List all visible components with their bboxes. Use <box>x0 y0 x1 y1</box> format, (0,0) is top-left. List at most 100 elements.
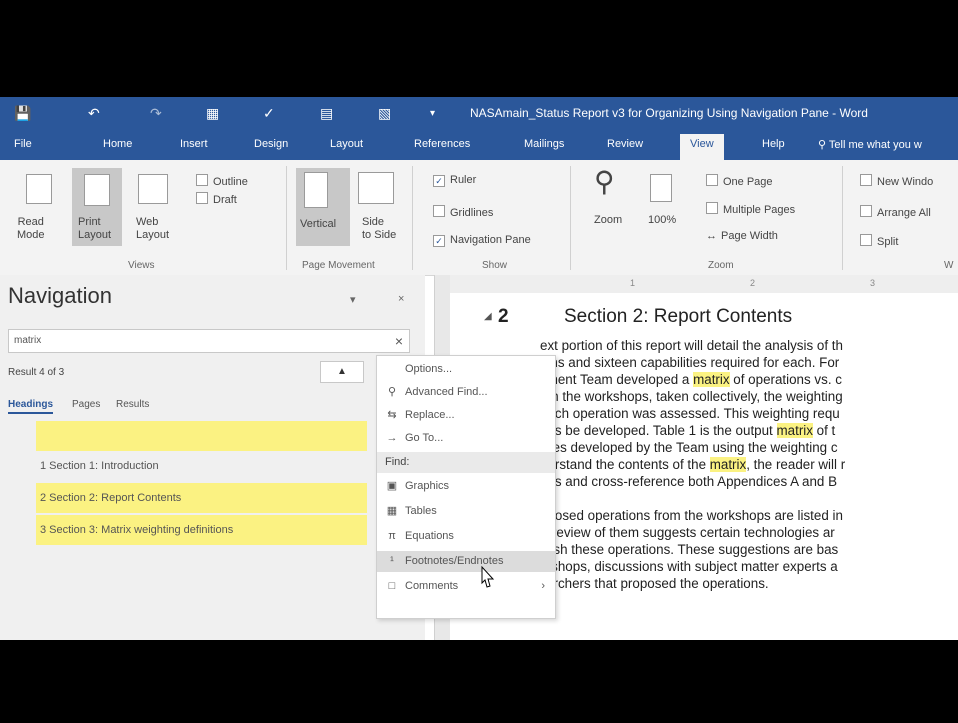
close-icon[interactable]: × <box>398 293 404 305</box>
tab-view[interactable]: View <box>680 134 724 160</box>
tab-design[interactable]: Design <box>254 138 288 150</box>
ribbon-view: Read Mode Print Layout Web Layout Outline D… <box>0 160 958 276</box>
spelling-icon[interactable]: ✓ <box>263 105 275 122</box>
clear-search-icon[interactable]: × <box>395 333 403 349</box>
paragraph-line: rkshops, discussions with subject matter… <box>540 559 838 574</box>
search-icon: ⚲ <box>387 386 397 398</box>
read-mode-button[interactable]: Read Mode <box>17 216 45 242</box>
redo-icon[interactable]: ↷ <box>150 105 162 122</box>
navigation-pane-checkbox[interactable]: ✓ Navigation Pane <box>433 234 531 247</box>
paragraph-line: ext portion of this report will detail t… <box>540 338 843 353</box>
paragraph-line: sment Team developed a matrix of operati… <box>540 372 842 387</box>
paragraph-line: each operation was assessed. This weight… <box>540 406 840 421</box>
menu-item-tables[interactable]: ▦ Tables <box>377 501 555 522</box>
undo-icon[interactable]: ↶ <box>88 105 100 122</box>
ruler-tick: 3 <box>870 278 876 288</box>
new-window-button[interactable]: New Windo <box>860 174 933 189</box>
collapse-triangle-icon[interactable]: ◢ <box>484 311 492 322</box>
search-highlight: matrix <box>776 423 813 438</box>
web-layout-button[interactable]: Web Layout <box>136 216 169 242</box>
section-number: 2 <box>498 306 509 327</box>
outline-button[interactable]: Outline <box>196 174 248 189</box>
tab-pages[interactable]: Pages <box>72 399 100 410</box>
group-label-zoom: Zoom <box>708 260 734 271</box>
chevron-right-icon: › <box>541 580 545 592</box>
comment-icon: □ <box>388 580 396 592</box>
tab-insert[interactable]: Insert <box>180 138 208 150</box>
menu-item-replace[interactable]: ⇆ Replace... <box>377 405 555 426</box>
previous-result-button[interactable]: ▲ <box>320 361 364 383</box>
tell-me-search[interactable]: ⚲ Tell me what you w <box>818 138 922 151</box>
draft-button[interactable]: Draft <box>196 192 237 207</box>
menu-section-find: Find: <box>377 452 555 473</box>
ruler-tick: 2 <box>750 278 756 288</box>
search-box[interactable]: × <box>8 329 410 353</box>
arrange-all-button[interactable]: Arrange All <box>860 205 931 220</box>
search-input[interactable] <box>14 335 374 346</box>
quick-access-icon[interactable]: ▤ <box>320 105 333 122</box>
outline-icon <box>196 174 208 186</box>
multiple-pages-button[interactable]: Multiple Pages <box>706 202 795 217</box>
heading-item[interactable]: 1 Section 1: Introduction <box>36 451 367 481</box>
read-mode-icon <box>26 174 52 204</box>
tab-home[interactable]: Home <box>103 138 132 150</box>
menu-item-graphics[interactable]: ▣ Graphics <box>377 476 555 497</box>
ruler-checkbox[interactable]: ✓ Ruler <box>433 174 476 187</box>
split-button[interactable]: Split <box>860 234 898 249</box>
gridlines-checkbox[interactable]: Gridlines <box>433 205 493 220</box>
save-icon[interactable]: 💾 <box>14 105 31 122</box>
page-width-button[interactable]: ↔ Page Width <box>706 230 778 243</box>
search-highlight: matrix <box>709 457 747 472</box>
heading-label: 3 Section 3: Matrix weighting definition… <box>40 524 234 536</box>
split-icon <box>860 234 872 246</box>
search-options-menu: Options... ⚲ Advanced Find... ⇆ Replace...… <box>376 355 556 619</box>
tab-references[interactable]: References <box>414 138 470 150</box>
arrow-right-icon: → <box>386 432 398 444</box>
heading-item[interactable]: 3 Section 3: Matrix weighting definition… <box>36 515 367 545</box>
menu-item-equations[interactable]: π Equations <box>377 526 555 547</box>
checkbox-icon <box>433 205 445 217</box>
quick-access-icon[interactable]: ▦ <box>206 105 219 122</box>
group-separator <box>286 166 287 270</box>
zoom-button[interactable]: Zoom <box>594 214 622 227</box>
navigation-pane: Navigation ▾ × × Result 4 of 3 ▲ Heading… <box>0 275 425 640</box>
vertical-icon <box>304 172 328 208</box>
heading-item[interactable]: 2 Section 2: Report Contents <box>36 483 367 513</box>
heading-label: 2 Section 2: Report Contents <box>40 492 182 504</box>
one-page-button[interactable]: One Page <box>706 174 773 189</box>
tab-headings[interactable]: Headings <box>8 399 54 414</box>
side-to-side-icon <box>358 172 394 204</box>
navigation-title: Navigation <box>8 283 112 308</box>
read-mode-label: Read <box>17 216 44 228</box>
chevron-down-icon[interactable]: ▾ <box>350 293 356 306</box>
menu-item-comments[interactable]: □ Comments › <box>377 576 555 597</box>
group-label-views: Views <box>128 260 155 271</box>
tab-mailings[interactable]: Mailings <box>524 138 564 150</box>
quick-access-icon[interactable]: ▧ <box>378 105 391 122</box>
ribbon-tabs: File Home Insert Design Layout Reference… <box>0 130 958 160</box>
print-layout-icon <box>84 174 110 206</box>
menu-item-footnotes[interactable]: ¹ Footnotes/Endnotes <box>377 551 555 572</box>
print-layout-label: Print Layout <box>78 216 112 241</box>
customize-qat-icon[interactable]: ▾ <box>430 108 435 119</box>
tab-file[interactable]: File <box>14 138 32 150</box>
side-to-side-button[interactable]: Side to Side <box>362 216 396 242</box>
menu-item-advanced-find[interactable]: ⚲ Advanced Find... <box>377 382 555 403</box>
hundred-percent-button[interactable]: 100% <box>648 214 676 227</box>
heading-item[interactable] <box>36 421 367 451</box>
search-highlight: matrix <box>693 372 730 387</box>
window-title: NASAmain_Status Report v3 for Organizing… <box>470 106 868 120</box>
menu-item-options[interactable]: Options... <box>377 359 555 380</box>
tab-review[interactable]: Review <box>607 138 643 150</box>
paragraph-line: researchers that proposed the operations… <box>520 576 769 591</box>
mouse-pointer-icon <box>481 565 495 588</box>
multiple-pages-icon <box>706 202 718 214</box>
word-window: 💾 ↶ ↷ ▦ ✓ ▤ ▧ ▾ NASAmain_Status Report v… <box>0 97 958 640</box>
tab-help[interactable]: Help <box>762 138 785 150</box>
result-count: Result 4 of 3 <box>8 367 65 378</box>
tab-results[interactable]: Results <box>116 399 149 410</box>
tab-layout[interactable]: Layout <box>330 138 363 150</box>
menu-item-go-to[interactable]: → Go To... <box>377 428 555 449</box>
group-separator <box>412 166 413 270</box>
paragraph-line: ons and cross-reference both Appendices … <box>540 474 838 489</box>
